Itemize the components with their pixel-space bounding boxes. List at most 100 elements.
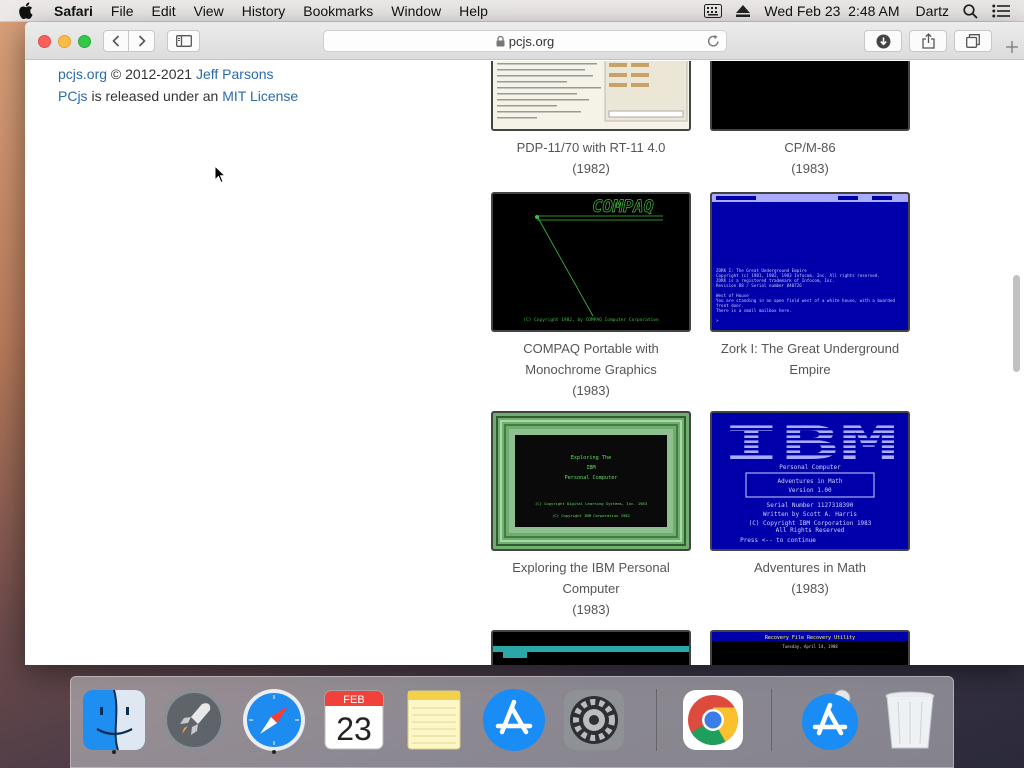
adventures-math-screenshot: IBM Personal Computer Adventures in Math… — [710, 411, 910, 551]
cpm86-screenshot — [710, 61, 910, 131]
math-line-5: Written by Scott A. Harris — [763, 511, 857, 518]
menu-view[interactable]: View — [194, 3, 224, 19]
menubar-user[interactable]: Dartz — [916, 3, 949, 19]
copyright-line: pcjs.org © 2012-2021 Jeff Parsons — [58, 66, 274, 82]
menu-history[interactable]: History — [242, 3, 286, 19]
app-store-icon — [802, 689, 858, 750]
zork-line-4: Revision 88 / Serial number 840726 — [716, 283, 802, 288]
download-icon — [876, 34, 890, 48]
tile-caption: Exploring the IBM Personal Computer (198… — [491, 557, 691, 620]
apple-icon[interactable] — [18, 2, 40, 19]
reload-icon[interactable] — [707, 34, 720, 48]
back-button[interactable] — [104, 31, 130, 51]
menu-window[interactable]: Window — [391, 3, 441, 19]
tile-year: (1983) — [791, 581, 829, 596]
dock-trash[interactable] — [877, 685, 943, 755]
dock-app-store-downloads[interactable] — [797, 685, 863, 755]
page-content: pcjs.org © 2012-2021 Jeff Parsons PCjs i… — [25, 61, 1024, 665]
tile-caption: Zork I: The Great Underground Empire — [710, 338, 910, 380]
chevron-left-icon — [112, 35, 120, 47]
exploring-line-1: Exploring The — [571, 455, 612, 461]
address-bar[interactable]: pcjs.org — [323, 30, 727, 52]
menu-file[interactable]: File — [111, 3, 134, 19]
notes-icon — [407, 690, 461, 750]
license-text: is released under an — [87, 88, 223, 104]
menubar-clock[interactable]: Wed Feb 23 2:48 AM — [764, 3, 899, 19]
address-bar-url: pcjs.org — [508, 33, 555, 49]
forward-button[interactable] — [129, 31, 154, 51]
chrome-icon — [683, 690, 743, 750]
spotlight-search-icon[interactable] — [963, 3, 978, 19]
math-line-2: Adventures in Math — [777, 478, 842, 485]
tile-cpm86[interactable]: CP/M-86 (1983) — [710, 61, 910, 179]
tile-exploring-ibm[interactable]: Exploring The IBM Personal Computer (C) … — [491, 411, 691, 620]
zork-line-9: There is a small mailbox here. — [716, 308, 792, 313]
recovery-title: Recovery File Recovery Utility — [765, 635, 855, 641]
menu-bookmarks[interactable]: Bookmarks — [303, 3, 373, 19]
vertical-scrollbar[interactable] — [1013, 275, 1020, 372]
pcjs-org-link[interactable]: pcjs.org — [58, 66, 107, 82]
fullscreen-window-button[interactable] — [78, 35, 91, 48]
menu-edit[interactable]: Edit — [151, 3, 175, 19]
tile-adventures-math[interactable]: IBM Personal Computer Adventures in Math… — [710, 411, 910, 599]
exploring-line-5: (C) Copyright Digital Learning Systems, … — [535, 501, 647, 506]
dock: FEB 23 — [70, 676, 954, 768]
mit-license-link[interactable]: MIT License — [222, 88, 298, 104]
dock-notes[interactable] — [401, 685, 467, 755]
compaq-screenshot: COMPAQ (C) Copyright 1982, by COMPAQ Com… — [491, 192, 691, 332]
trash-icon — [885, 691, 935, 749]
running-indicator — [112, 750, 116, 754]
math-line-4: Serial Number 1127318390 — [767, 502, 854, 509]
chevron-right-icon — [138, 35, 146, 47]
calendar-icon: FEB 23 — [324, 690, 384, 750]
math-line-1: Personal Computer — [779, 464, 841, 471]
menu-help[interactable]: Help — [459, 3, 488, 19]
tile-year: (1982) — [572, 161, 610, 176]
recovery-date: Tuesday, April 14, 1988 — [782, 644, 838, 649]
dock-calendar[interactable]: FEB 23 — [321, 685, 387, 755]
keyboard-viewer-icon[interactable] — [704, 4, 723, 18]
menu-safari[interactable]: Safari — [54, 3, 93, 19]
show-sidebar-button[interactable] — [167, 30, 200, 52]
new-tab-button[interactable] — [1000, 35, 1024, 59]
dock-app-store[interactable] — [481, 685, 547, 755]
next-screenshot-1 — [491, 630, 691, 665]
close-window-button[interactable] — [38, 35, 51, 48]
author-link[interactable]: Jeff Parsons — [196, 66, 274, 82]
calendar-day: 23 — [336, 711, 372, 747]
dock-launchpad[interactable] — [161, 685, 227, 755]
license-line: PCjs is released under an MIT License — [58, 88, 298, 104]
safari-compass-icon — [243, 689, 305, 751]
tile-compaq[interactable]: COMPAQ (C) Copyright 1982, by COMPAQ Com… — [491, 192, 691, 401]
tile-title: CP/M-86 — [784, 140, 836, 155]
tile-zork[interactable]: ZORK I: The Great Underground Empire Cop… — [710, 192, 910, 380]
pcjs-link[interactable]: PCjs — [58, 88, 88, 104]
exploring-ibm-screenshot: Exploring The IBM Personal Computer (C) … — [491, 411, 691, 551]
dock-system-preferences[interactable] — [561, 685, 627, 755]
tile-title-line2: Empire — [789, 362, 831, 377]
show-all-tabs-button[interactable] — [954, 30, 992, 52]
tile-pdp11[interactable]: PDP-11/70 with RT-11 4.0 (1982) — [491, 61, 691, 179]
safari-window: pcjs.org pcjs.org © 2012-2021 Jeff Parso… — [25, 22, 1024, 665]
eject-icon[interactable] — [736, 5, 751, 17]
tile-caption: CP/M-86 (1983) — [710, 137, 910, 179]
tile-title: COMPAQ Portable with — [523, 341, 659, 356]
dock-chrome[interactable] — [680, 685, 746, 755]
dock-finder[interactable] — [81, 685, 147, 755]
downloads-button[interactable] — [864, 30, 902, 52]
compaq-copyright: (C) Copyright 1982, by COMPAQ Computer C… — [523, 317, 659, 323]
dock-separator — [656, 689, 657, 751]
share-button[interactable] — [909, 30, 947, 52]
tile-next-1[interactable] — [491, 630, 691, 665]
notification-center-icon[interactable] — [992, 4, 1010, 18]
tile-year: (1983) — [572, 383, 610, 398]
exploring-line-2: IBM — [586, 465, 595, 471]
tile-next-2[interactable]: Recovery File Recovery Utility Tuesday, … — [710, 630, 910, 665]
tile-title: Adventures in Math — [753, 560, 866, 575]
dock-safari[interactable] — [241, 685, 307, 755]
share-icon — [921, 33, 935, 49]
launchpad-icon — [163, 689, 225, 751]
minimize-window-button[interactable] — [58, 35, 71, 48]
copyright-text: © 2012-2021 — [107, 66, 196, 82]
tile-year: (1983) — [572, 602, 610, 617]
